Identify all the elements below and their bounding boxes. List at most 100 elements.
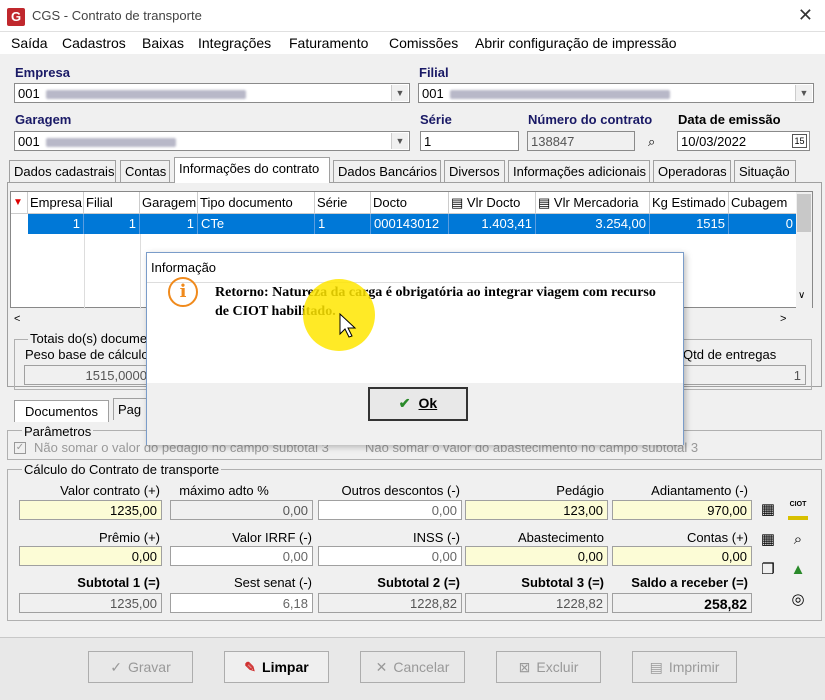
col-cubagem[interactable]: Cubagem	[729, 192, 797, 214]
excluir-label: Excluir	[536, 659, 579, 675]
chevron-down-icon[interactable]: ∨	[798, 290, 805, 301]
mouse-cursor-icon	[339, 312, 357, 338]
scroll-thumb[interactable]	[797, 194, 811, 232]
ciot-label: CIOT	[789, 501, 807, 508]
dialog-title: Informação	[147, 253, 683, 283]
cell-garagem[interactable]: 1	[140, 214, 198, 234]
cell-docto[interactable]: 000143012	[371, 214, 449, 234]
inss-input[interactable]: 0,00	[318, 546, 462, 566]
garagem-combo[interactable]: 001 ▼	[14, 131, 410, 151]
serie-input[interactable]: 1	[420, 131, 519, 151]
data-emissao-input[interactable]: 10/03/2022 15	[677, 131, 810, 151]
numero-contrato-input[interactable]: 138847	[527, 131, 635, 151]
limpar-label: Limpar	[262, 659, 309, 675]
checkbox-pedagio[interactable]: ✓	[14, 442, 26, 454]
chevron-down-icon[interactable]: ▼	[391, 85, 408, 101]
search-icon[interactable]: ⌕	[788, 530, 808, 550]
trash-icon: ⊠	[518, 659, 531, 675]
adiantamento-input[interactable]: 970,00	[612, 500, 752, 520]
premio-input[interactable]: 0,00	[19, 546, 162, 566]
menu-baixas[interactable]: Baixas	[142, 35, 184, 51]
qtd-entregas-value: 1	[682, 365, 806, 385]
gravar-button[interactable]: ✓ Gravar	[88, 651, 193, 683]
col-serie[interactable]: Série	[315, 192, 371, 214]
col-docto[interactable]: Docto	[371, 192, 449, 214]
grid-vertical-scrollbar[interactable]: ∨	[796, 192, 812, 308]
scroll-right-icon[interactable]: >	[780, 313, 786, 325]
valor-contrato-input[interactable]: 1235,00	[19, 500, 162, 520]
pedagio-input[interactable]: 123,00	[465, 500, 608, 520]
col-vlr-docto[interactable]: ▤ Vlr Docto	[449, 192, 536, 214]
limpar-button[interactable]: ✎ Limpar	[224, 651, 329, 683]
cell-vlr-docto[interactable]: 1.403,41	[449, 214, 536, 234]
adiantamento-label: Adiantamento (-)	[651, 483, 748, 498]
close-button[interactable]: ✕	[798, 5, 813, 26]
imprimir-button[interactable]: ▤ Imprimir	[632, 651, 737, 683]
parametros-legend: Parâmetros	[22, 424, 94, 439]
tab-operadoras[interactable]: Operadoras	[653, 160, 731, 182]
col-kg-estimado[interactable]: Kg Estimado	[650, 192, 729, 214]
sort-arrow-icon: ▼	[11, 192, 28, 214]
subtotal3-label: Subtotal 3 (=)	[521, 575, 604, 590]
menu-cadastros[interactable]: Cadastros	[62, 35, 126, 51]
tab-contas[interactable]: Contas	[120, 160, 170, 182]
cell-vlr-mercadoria[interactable]: 3.254,00	[536, 214, 650, 234]
scroll-left-icon[interactable]: <	[14, 313, 20, 325]
outros-descontos-input[interactable]: 0,00	[318, 500, 462, 520]
max-adto-input: 0,00	[170, 500, 313, 520]
checkmark-icon: ✔	[398, 395, 411, 411]
binoculars-icon[interactable]: ⌕	[648, 134, 655, 150]
triangle-icon[interactable]: ▲	[788, 560, 808, 580]
documents-icon[interactable]: ❐	[758, 560, 778, 580]
empresa-combo[interactable]: 001 ▼	[14, 83, 410, 103]
filial-label: Filial	[419, 65, 449, 80]
calculator-icon[interactable]: ▦	[758, 500, 778, 520]
menu-saida[interactable]: Saída	[11, 35, 48, 51]
cell-tipo-documento[interactable]: CTe	[198, 214, 315, 234]
title-bar: G CGS - Contrato de transporte ✕	[0, 0, 825, 32]
tab-dados-cadastrais[interactable]: Dados cadastrais	[9, 160, 116, 182]
cell-empresa[interactable]: 1	[28, 214, 84, 234]
col-tipo-documento[interactable]: Tipo documento	[198, 192, 315, 214]
cell-cubagem[interactable]: 0	[729, 214, 797, 234]
cell-filial[interactable]: 1	[84, 214, 140, 234]
ok-button[interactable]: ✔ Ok	[368, 387, 468, 421]
subtotal1-value: 1235,00	[19, 593, 162, 613]
ciot-icon[interactable]: CIOT	[788, 500, 808, 520]
menu-abrir-config[interactable]: Abrir configuração de impressão	[475, 35, 677, 51]
col-garagem[interactable]: Garagem	[140, 192, 198, 214]
calendar-icon[interactable]: 15	[792, 134, 807, 148]
chevron-down-icon[interactable]: ▼	[795, 85, 812, 101]
col-vlr-mercadoria[interactable]: ▤ Vlr Mercadoria	[536, 192, 650, 214]
subtotal3-value: 1228,82	[465, 593, 608, 613]
tab-diversos[interactable]: Diversos	[444, 160, 505, 182]
saldo-label: Saldo a receber (=)	[631, 575, 748, 590]
chevron-down-icon[interactable]: ▼	[391, 133, 408, 149]
tab-documentos[interactable]: Documentos	[14, 400, 109, 422]
excluir-button[interactable]: ⊠ Excluir	[496, 651, 601, 683]
gravar-label: Gravar	[127, 659, 171, 675]
tab-dados-bancarios[interactable]: Dados Bancários	[333, 160, 441, 182]
contas-input[interactable]: 0,00	[612, 546, 752, 566]
sest-senat-input[interactable]: 6,18	[170, 593, 313, 613]
irrf-label: Valor IRRF (-)	[232, 530, 312, 545]
filial-combo[interactable]: 001 ▼	[418, 83, 814, 103]
menu-comissoes[interactable]: Comissões	[389, 35, 458, 51]
calculator-icon[interactable]: ▦	[758, 530, 778, 550]
col-empresa[interactable]: Empresa	[28, 192, 84, 214]
tab-situacao[interactable]: Situação	[734, 160, 796, 182]
menu-integracoes[interactable]: Integrações	[198, 35, 271, 51]
tab-informacoes-adicionais[interactable]: Informações adicionais	[508, 160, 650, 182]
cell-serie[interactable]: 1	[315, 214, 371, 234]
garagem-value: 001	[18, 134, 40, 149]
irrf-input[interactable]: 0,00	[170, 546, 313, 566]
cell-kg-estimado[interactable]: 1515	[650, 214, 729, 234]
cancelar-button[interactable]: ✕ Cancelar	[360, 651, 465, 683]
menu-faturamento[interactable]: Faturamento	[289, 35, 368, 51]
col-filial[interactable]: Filial	[84, 192, 140, 214]
abastecimento-input[interactable]: 0,00	[465, 546, 608, 566]
printer-icon: ▤	[451, 195, 464, 210]
col-vlr-mercadoria-label: Vlr Mercadoria	[553, 195, 639, 210]
tab-informacoes-contrato[interactable]: Informações do contrato	[174, 157, 330, 183]
tire-icon[interactable]: ◎	[788, 590, 808, 610]
